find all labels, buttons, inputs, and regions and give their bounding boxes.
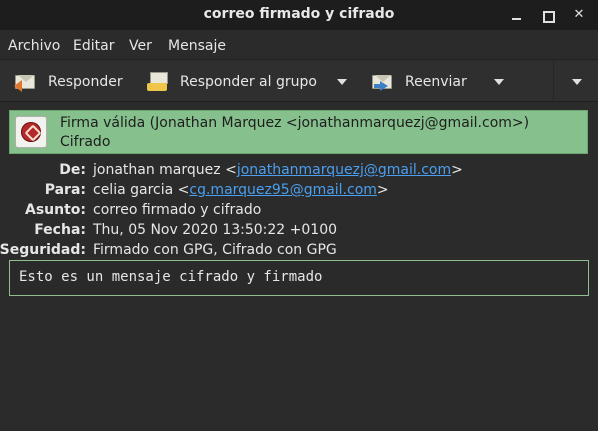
toolbar-separator [553, 61, 554, 102]
reply-button[interactable]: Responder [14, 61, 123, 102]
from-name: jonathan marquez < [93, 162, 237, 178]
from-email-link[interactable]: jonathanmarquezj@gmail.com [237, 162, 451, 178]
reply-label: Responder [48, 73, 123, 90]
subject-label: Asunto: [24, 202, 86, 218]
security-label: Seguridad: [0, 242, 86, 258]
menu-archivo[interactable]: Archivo [8, 38, 60, 54]
menu-bar: Archivo Editar Ver Mensaje [0, 30, 598, 60]
to-name: celia garcia < [93, 182, 190, 198]
reply-all-label: Responder al grupo [180, 73, 317, 90]
to-value: celia garcia <cg.marquez95@gmail.com> [93, 182, 389, 198]
date-value: Thu, 05 Nov 2020 13:50:22 +0100 [93, 222, 338, 238]
menu-mensaje[interactable]: Mensaje [168, 38, 226, 54]
to-close: > [376, 182, 389, 198]
minimize-button[interactable] [506, 5, 526, 25]
close-button[interactable]: ✕ [569, 5, 589, 25]
toolbar: Responder Responder al grupo Reenviar [0, 61, 598, 102]
date-label: Fecha: [34, 222, 86, 238]
signature-seal-icon [15, 116, 47, 148]
security-value: Firmado con GPG, Cifrado con GPG [93, 242, 337, 258]
signature-banner: Firma válida (Jonathan Marquez <jonathan… [9, 110, 588, 154]
reply-envelope-icon [14, 71, 36, 93]
reply-all-envelope-icon [146, 71, 168, 93]
encryption-status: Cifrado [60, 134, 111, 150]
title-bar[interactable]: correo firmado y cifrado ✕ [0, 0, 598, 30]
from-value: jonathan marquez <jonathanmarquezj@gmail… [93, 162, 463, 178]
maximize-button[interactable] [537, 5, 557, 25]
message-body[interactable]: Esto es un mensaje cifrado y firmado [9, 260, 589, 296]
to-label: Para: [44, 182, 86, 198]
to-email-link[interactable]: cg.marquez95@gmail.com [189, 182, 377, 198]
signature-status: Firma válida (Jonathan Marquez <jonathan… [60, 115, 530, 131]
reply-all-button[interactable]: Responder al grupo [146, 61, 317, 102]
from-close: > [451, 162, 463, 178]
toolbar-overflow-icon[interactable] [572, 79, 582, 85]
from-label: De: [59, 162, 86, 178]
subject-value: correo firmado y cifrado [93, 202, 262, 218]
menu-ver[interactable]: Ver [129, 38, 152, 54]
mail-window: correo firmado y cifrado ✕ Archivo Edita… [0, 0, 598, 431]
forward-envelope-icon [371, 71, 393, 93]
reply-all-dropdown-icon[interactable] [337, 79, 347, 85]
forward-label: Reenviar [405, 73, 467, 90]
message-text: Esto es un mensaje cifrado y firmado [19, 269, 323, 285]
menu-editar[interactable]: Editar [73, 38, 114, 54]
forward-button[interactable]: Reenviar [371, 61, 467, 102]
forward-dropdown-icon[interactable] [494, 79, 504, 85]
